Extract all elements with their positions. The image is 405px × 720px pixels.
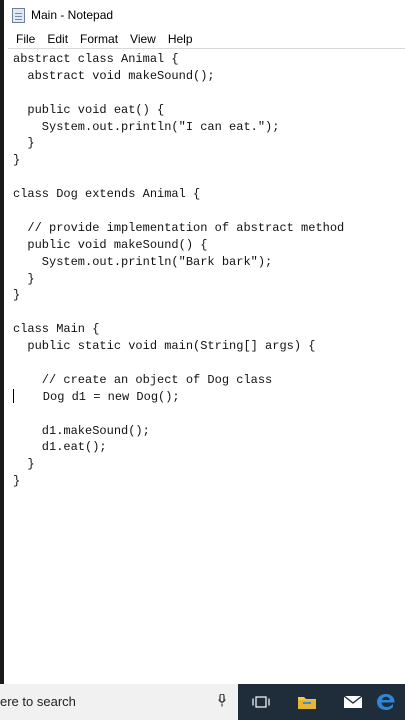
code-line: } <box>13 271 35 286</box>
code-line: System.out.println("I can eat."); <box>13 119 280 134</box>
menu-file[interactable]: File <box>10 32 41 46</box>
notepad-window: Main - Notepad File Edit Format View Hel… <box>0 0 405 684</box>
menu-edit[interactable]: Edit <box>41 32 74 46</box>
mail-icon[interactable] <box>330 684 376 720</box>
taskbar-search-box[interactable]: ere to search <box>0 684 238 720</box>
code-line: class Dog extends Animal { <box>13 187 201 202</box>
code-line: public static void main(String[] args) { <box>13 339 316 354</box>
window-title: Main - Notepad <box>31 8 114 22</box>
title-bar: Main - Notepad <box>4 0 405 30</box>
code-line: d1.eat(); <box>13 440 107 455</box>
task-view-icon[interactable] <box>238 684 284 720</box>
menu-view[interactable]: View <box>124 32 162 46</box>
menu-bar: File Edit Format View Help <box>4 30 405 48</box>
menu-help[interactable]: Help <box>162 32 199 46</box>
code-line: class Main { <box>13 322 100 337</box>
file-explorer-icon[interactable] <box>284 684 330 720</box>
code-line-text: Dog d1 = new Dog(); <box>14 389 180 404</box>
code-line: } <box>13 457 35 472</box>
taskbar: ere to search <box>0 684 405 720</box>
notepad-icon <box>12 7 25 23</box>
code-line-cursor: Dog d1 = new Dog(); <box>13 388 405 406</box>
code-line: System.out.println("Bark bark"); <box>13 254 273 269</box>
menu-format[interactable]: Format <box>74 32 124 46</box>
code-line: } <box>13 474 21 489</box>
code-line: } <box>13 136 35 151</box>
code-line: public void eat() { <box>13 102 165 117</box>
mic-icon[interactable] <box>218 694 226 707</box>
code-line: // create an object of Dog class <box>13 372 273 387</box>
code-line: public void makeSound() { <box>13 237 208 252</box>
code-line: } <box>13 288 21 303</box>
code-line: d1.makeSound(); <box>13 423 150 438</box>
edge-icon[interactable] <box>376 684 405 720</box>
text-editor[interactable]: abstract class Animal { abstract void ma… <box>8 48 405 684</box>
search-placeholder: ere to search <box>0 694 76 709</box>
code-line: abstract class Animal { <box>13 52 179 66</box>
code-line: } <box>13 153 21 168</box>
code-line: // provide implementation of abstract me… <box>13 220 345 235</box>
code-line: abstract void makeSound(); <box>13 68 215 83</box>
